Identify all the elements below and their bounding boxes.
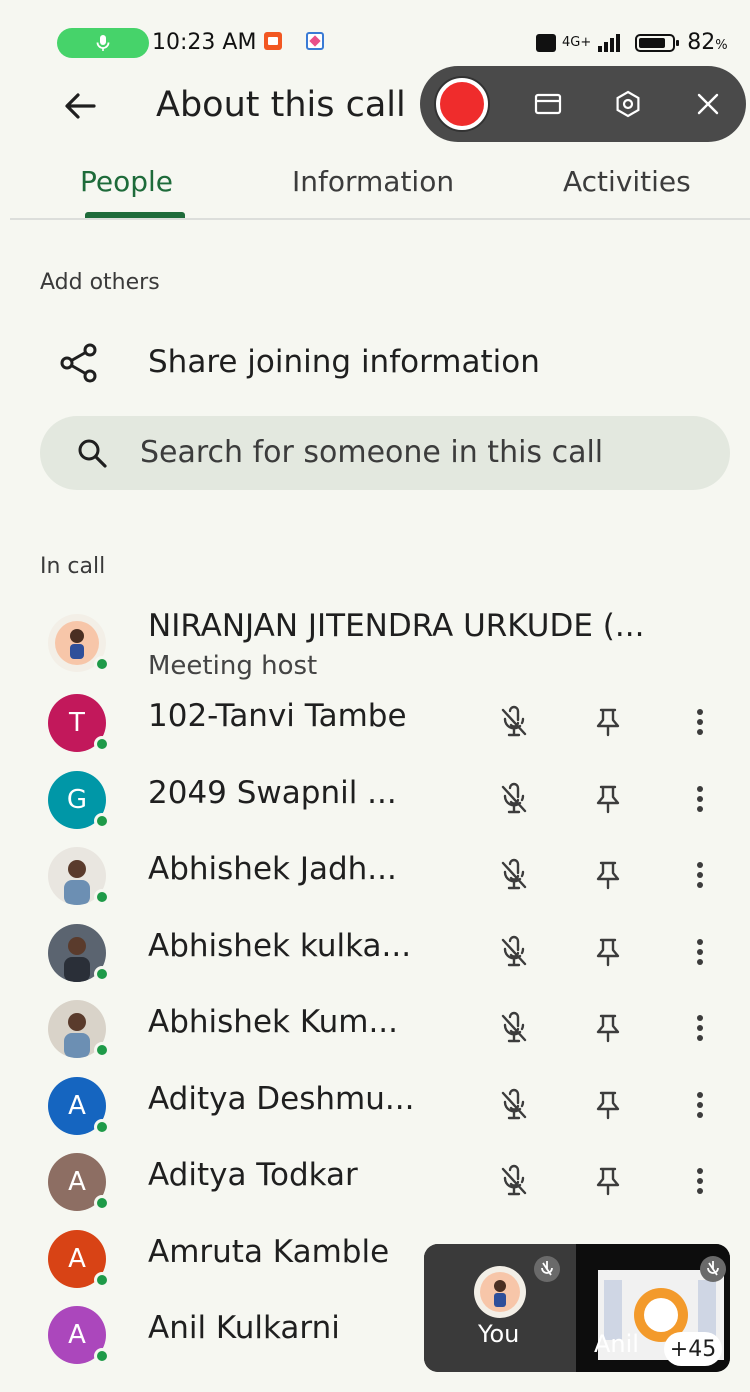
search-placeholder: Search for someone in this call bbox=[140, 435, 604, 470]
self-video-tile: You bbox=[424, 1244, 576, 1372]
notification-app-icon bbox=[264, 32, 282, 50]
muted-mic-icon bbox=[700, 1256, 726, 1282]
battery-icon bbox=[635, 33, 680, 52]
participant-row[interactable]: Abhishek Jadh... bbox=[0, 837, 750, 911]
avatar-initial: T bbox=[69, 708, 85, 738]
search-icon bbox=[78, 439, 107, 468]
avatar-initial: A bbox=[68, 1243, 86, 1274]
mic-off-icon bbox=[496, 1163, 532, 1199]
participant-name: Amruta Kamble bbox=[148, 1233, 390, 1270]
person-photo-icon bbox=[480, 1272, 520, 1312]
more-options-icon[interactable] bbox=[682, 781, 718, 817]
participant-name: Abhishek Kum... bbox=[148, 1004, 399, 1040]
volte-icon bbox=[536, 33, 556, 52]
participant-row[interactable]: Abhishek Kum... bbox=[0, 990, 750, 1064]
self-label: You bbox=[478, 1320, 520, 1348]
battery-percent: 82 bbox=[687, 30, 716, 55]
tab-information[interactable]: Information bbox=[292, 160, 454, 204]
pin-icon[interactable] bbox=[590, 781, 626, 817]
notification-app-icon-2 bbox=[306, 32, 324, 50]
more-options-icon[interactable] bbox=[682, 934, 718, 970]
other-label: Anil bbox=[594, 1330, 639, 1358]
host-row[interactable]: NIRANJAN JITENDRA URKUDE (... Meeting ho… bbox=[0, 600, 750, 692]
battery-unit: % bbox=[715, 38, 728, 53]
signal-icon bbox=[598, 33, 621, 52]
participant-name: 102-Tanvi Tambe bbox=[148, 698, 407, 734]
more-options-icon[interactable] bbox=[682, 1010, 718, 1046]
host-role: Meeting host bbox=[148, 651, 318, 681]
avatar-initial: A bbox=[68, 1320, 86, 1350]
host-name: NIRANJAN JITENDRA URKUDE (... bbox=[148, 608, 645, 644]
participant-row[interactable]: T 102-Tanvi Tambe bbox=[0, 684, 750, 758]
mic-off-icon bbox=[496, 857, 532, 893]
microphone-icon bbox=[96, 35, 110, 51]
status-right: 4G+ 82% bbox=[536, 30, 728, 55]
mic-off-icon bbox=[496, 1087, 532, 1123]
more-options-icon[interactable] bbox=[682, 1163, 718, 1199]
mic-off-icon bbox=[496, 1010, 532, 1046]
tab-people[interactable]: People bbox=[80, 160, 173, 204]
online-status-dot bbox=[94, 889, 110, 905]
participant-row[interactable]: A Aditya Deshmu... bbox=[0, 1067, 750, 1141]
picture-in-picture-window[interactable]: You Anil +45 bbox=[424, 1244, 730, 1372]
mic-off-icon bbox=[496, 934, 532, 970]
online-status-dot bbox=[94, 965, 110, 982]
online-status-dot bbox=[94, 812, 110, 829]
mic-off-icon bbox=[496, 704, 532, 740]
avatar-initial: A bbox=[68, 1090, 86, 1121]
network-type: 4G+ bbox=[562, 35, 592, 50]
in-call-heading: In call bbox=[40, 554, 106, 579]
folder-icon[interactable] bbox=[532, 88, 564, 120]
participant-name: 2049 Swapnil ... bbox=[148, 774, 397, 811]
self-avatar bbox=[474, 1266, 526, 1318]
record-button[interactable] bbox=[436, 78, 488, 130]
online-status-dot bbox=[94, 1348, 110, 1364]
close-icon[interactable] bbox=[692, 88, 724, 120]
participant-name: Abhishek Jadh... bbox=[148, 851, 397, 887]
pin-icon[interactable] bbox=[590, 1163, 626, 1199]
participant-row[interactable]: A Aditya Todkar bbox=[0, 1143, 750, 1217]
pin-icon[interactable] bbox=[590, 934, 626, 970]
pin-icon[interactable] bbox=[590, 857, 626, 893]
more-options-icon[interactable] bbox=[682, 704, 718, 740]
participant-name: Abhishek kulka... bbox=[148, 927, 412, 964]
online-status-dot bbox=[94, 736, 110, 752]
online-status-dot bbox=[94, 656, 110, 672]
online-status-dot bbox=[94, 1042, 110, 1058]
share-icon bbox=[60, 343, 97, 383]
muted-mic-icon bbox=[534, 1256, 560, 1282]
status-time: 10:23 AM bbox=[152, 30, 257, 55]
add-others-heading: Add others bbox=[40, 270, 160, 295]
tabs-divider bbox=[10, 218, 750, 220]
more-options-icon[interactable] bbox=[682, 857, 718, 893]
participant-name: Aditya Deshmu... bbox=[148, 1080, 415, 1117]
more-options-icon[interactable] bbox=[682, 1087, 718, 1123]
more-participants-badge: +45 bbox=[664, 1332, 722, 1366]
pin-icon[interactable] bbox=[590, 1087, 626, 1123]
pin-icon[interactable] bbox=[590, 1010, 626, 1046]
settings-icon[interactable] bbox=[612, 88, 644, 120]
page-title: About this call bbox=[156, 85, 406, 125]
participant-row[interactable]: Abhishek kulka... bbox=[0, 914, 750, 988]
battery-fill bbox=[639, 37, 666, 48]
back-arrow-icon[interactable] bbox=[60, 86, 100, 126]
participant-row[interactable]: G 2049 Swapnil ... bbox=[0, 761, 750, 835]
avatar-initial: G bbox=[66, 784, 88, 815]
participant-name: Anil Kulkarni bbox=[148, 1310, 340, 1346]
mic-off-icon bbox=[496, 781, 532, 817]
online-status-dot bbox=[94, 1271, 110, 1288]
pin-icon[interactable] bbox=[590, 704, 626, 740]
tab-activities[interactable]: Activities bbox=[563, 160, 691, 204]
participant-name: Aditya Todkar bbox=[148, 1157, 358, 1193]
online-status-dot bbox=[94, 1195, 110, 1211]
avatar-initial: A bbox=[68, 1167, 86, 1197]
online-status-dot bbox=[94, 1118, 110, 1135]
share-joining-info-label: Share joining information bbox=[148, 344, 540, 380]
mic-active-indicator bbox=[57, 28, 149, 58]
